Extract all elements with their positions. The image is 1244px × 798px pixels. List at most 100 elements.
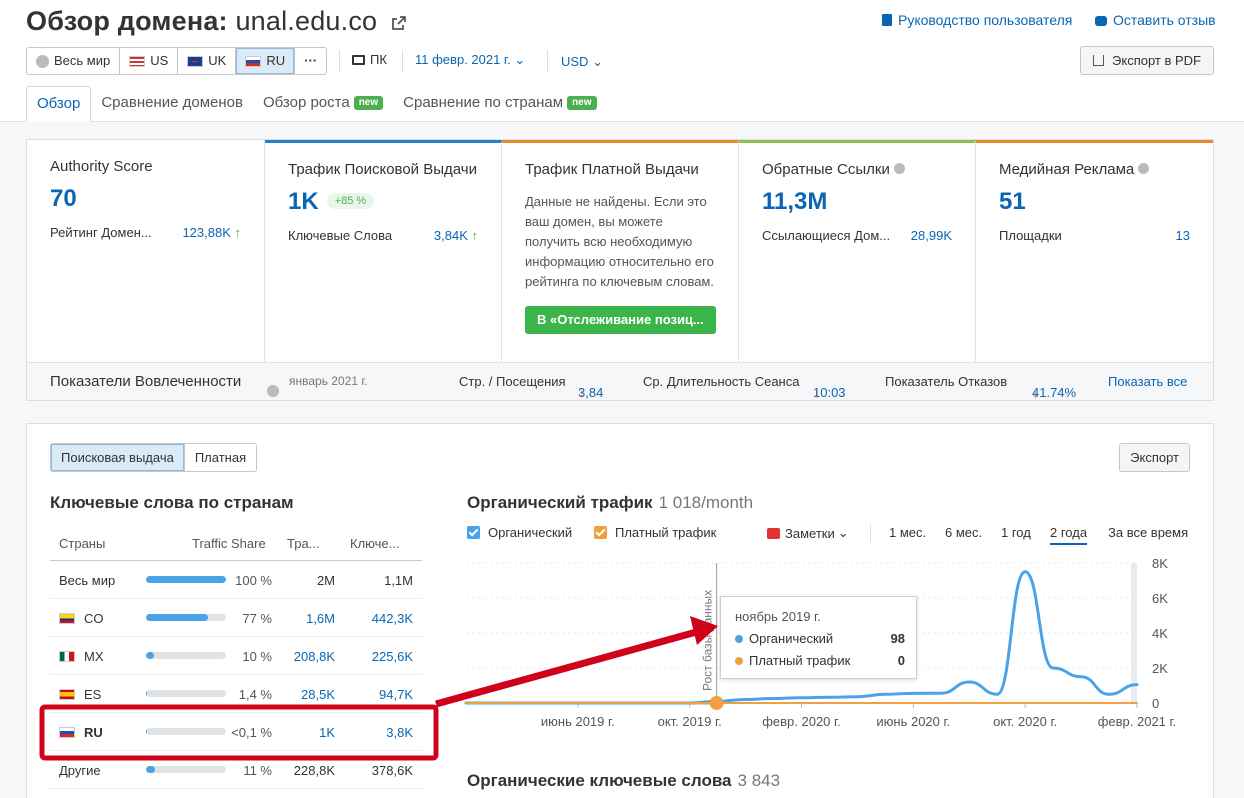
monitor-icon xyxy=(352,55,365,65)
tab-domain-comparison[interactable]: Сравнение доменов xyxy=(91,86,253,122)
backlinks-value[interactable]: 11,3M xyxy=(762,188,952,216)
organic-traffic-card: Трафик Поисковой Выдачи 1K +85 % Ключевые… xyxy=(265,140,502,362)
range-1-month[interactable]: 1 мес. xyxy=(889,525,926,540)
range-1-year[interactable]: 1 год xyxy=(1001,525,1031,540)
chart-tooltip: ноябрь 2019 г. Органический 98 Платный тр… xyxy=(720,596,917,679)
toggle-organic[interactable]: Поисковая выдача xyxy=(51,444,184,471)
chevron-down-icon: ⌄ xyxy=(592,54,603,69)
currency-selector[interactable]: USD ⌄ xyxy=(561,54,603,70)
globe-icon xyxy=(1138,163,1150,174)
divider xyxy=(547,50,548,72)
region-worldwide[interactable]: Весь мир xyxy=(27,48,121,74)
organic-traffic-title: Органический трафик 1 018/month xyxy=(467,493,754,512)
legend-organic[interactable]: Органический xyxy=(467,525,572,540)
range-6-months[interactable]: 6 мес. xyxy=(945,525,982,540)
authority-score-card: Authority Score 70 Рейтинг Домен... 123,8… xyxy=(27,140,265,362)
traffic-value[interactable]: 1,6M xyxy=(306,611,335,626)
organic-keywords-title: Органические ключевые слова 3 843 xyxy=(467,771,781,790)
notes-dropdown[interactable]: Заметки ⌄ xyxy=(767,525,849,541)
traffic-share-bar xyxy=(146,728,226,735)
traffic-value[interactable]: 28,5K xyxy=(301,687,335,702)
table-row[interactable]: RU <0,1 % 1K 3,8K xyxy=(50,713,422,751)
domain-rank-value[interactable]: 123,88K ↑ xyxy=(182,225,241,240)
export-pdf-button[interactable]: Экспорт в PDF xyxy=(1080,46,1214,75)
region-ru[interactable]: RU xyxy=(236,48,296,74)
country-name: CO xyxy=(84,611,104,626)
country-name: RU xyxy=(84,725,103,740)
toggle-paid[interactable]: Платная xyxy=(183,444,256,471)
country-name: MX xyxy=(84,649,104,664)
table-row[interactable]: Весь мир 100 % 2M 1,1M xyxy=(50,561,422,599)
backlinks-card: Обратные Ссылки 11,3M Ссылающиеся Дом...… xyxy=(739,140,976,362)
user-guide-link[interactable]: Руководство пользователя xyxy=(882,12,1072,28)
traffic-share-bar xyxy=(146,614,226,621)
range-2-years[interactable]: 2 года xyxy=(1050,525,1088,545)
comment-icon xyxy=(767,527,780,539)
book-icon xyxy=(882,14,892,26)
keywords-value[interactable]: 225,6K xyxy=(372,649,413,664)
export-button[interactable]: Экспорт xyxy=(1119,443,1190,472)
new-badge: new xyxy=(353,96,384,110)
keywords-value[interactable]: 3,8K xyxy=(386,725,413,740)
traffic-value[interactable]: 1K xyxy=(319,725,335,740)
no-data-message: Данные не найдены. Если это ваш домен, в… xyxy=(525,194,714,289)
table-row[interactable]: CO 77 % 1,6M 442,3K xyxy=(50,599,422,637)
display-ads-value[interactable]: 51 xyxy=(999,188,1190,216)
page-title: Обзор домена: unal.edu.co xyxy=(26,6,407,37)
external-link-icon[interactable] xyxy=(391,15,407,31)
ru-flag-icon xyxy=(59,727,75,738)
table-row[interactable]: MX 10 % 208,8K 225,6K xyxy=(50,637,422,675)
keywords-value: 1,1M xyxy=(384,573,413,588)
region-uk[interactable]: UK xyxy=(178,48,237,74)
device-selector[interactable]: ПК xyxy=(352,52,387,67)
referring-domains-value[interactable]: 28,99K xyxy=(911,228,952,243)
traffic-share-value: 1,4 % xyxy=(238,687,272,702)
tab-growth-overview[interactable]: Обзор роста new xyxy=(253,86,393,122)
country-name: Другие xyxy=(59,763,101,778)
publishers-value[interactable]: 13 xyxy=(1176,228,1190,243)
co-flag-icon xyxy=(59,613,75,624)
show-all-link[interactable]: Показать все xyxy=(1108,374,1187,389)
traffic-value: 2M xyxy=(316,573,335,588)
position-tracking-button[interactable]: В «Отслеживание позиц... xyxy=(525,306,716,334)
traffic-share-bar xyxy=(146,766,226,773)
keywords-value[interactable]: 3,84K ↑ xyxy=(434,228,478,243)
checkbox-icon xyxy=(594,526,607,539)
table-row[interactable]: Другие 11 % 228,8K 378,6K xyxy=(50,751,422,789)
authority-score-value[interactable]: 70 xyxy=(50,185,241,213)
chevron-down-icon: ⌄ xyxy=(514,52,526,67)
traffic-value[interactable]: 208,8K xyxy=(294,649,335,664)
tab-country-comparison[interactable]: Сравнение по странам new xyxy=(393,86,606,122)
traffic-share-value: 10 % xyxy=(242,649,272,664)
keywords-value[interactable]: 442,3K xyxy=(372,611,413,626)
organic-research-panel: Поисковая выдача Платная Экспорт Ключевы… xyxy=(26,423,1214,798)
domain-name[interactable]: unal.edu.co xyxy=(235,6,377,36)
tab-bar: Обзор Сравнение доменов Обзор роста new С… xyxy=(26,86,607,122)
tab-overview[interactable]: Обзор xyxy=(26,86,92,122)
legend-paid[interactable]: Платный трафик xyxy=(594,525,716,540)
chevron-down-icon: ⌄ xyxy=(837,525,849,540)
es-flag-icon xyxy=(59,689,75,700)
arrow-down-icon: ↓ xyxy=(578,385,585,400)
arrow-up-icon: ↑ xyxy=(234,225,242,240)
traffic-value: 228,8K xyxy=(293,763,335,778)
range-all-time[interactable]: За все время xyxy=(1108,525,1188,540)
engagement-bar: Показатели Вовлеченности январь 2021 г. … xyxy=(27,362,1213,400)
new-badge: new xyxy=(567,96,597,110)
divider xyxy=(870,524,871,542)
organic-dot-icon xyxy=(735,635,743,643)
ru-flag-icon xyxy=(245,55,262,67)
arrow-down-icon: ↓ xyxy=(813,385,820,400)
region-us[interactable]: US xyxy=(120,48,179,74)
date-selector[interactable]: 11 февр. 2021 г. ⌄ xyxy=(415,52,525,68)
upload-icon xyxy=(1093,55,1105,66)
keywords-value[interactable]: 94,7K xyxy=(379,687,413,702)
divider xyxy=(339,50,340,72)
organic-traffic-value[interactable]: 1K +85 % xyxy=(288,188,478,216)
traffic-share-value: 100 % xyxy=(235,573,272,588)
feedback-link[interactable]: Оставить отзыв xyxy=(1095,12,1216,28)
more-regions-button[interactable]: ··· xyxy=(295,48,326,74)
paid-dot-icon xyxy=(735,657,743,665)
table-row[interactable]: ES 1,4 % 28,5K 94,7K xyxy=(50,675,422,713)
country-name: Весь мир xyxy=(59,573,116,588)
